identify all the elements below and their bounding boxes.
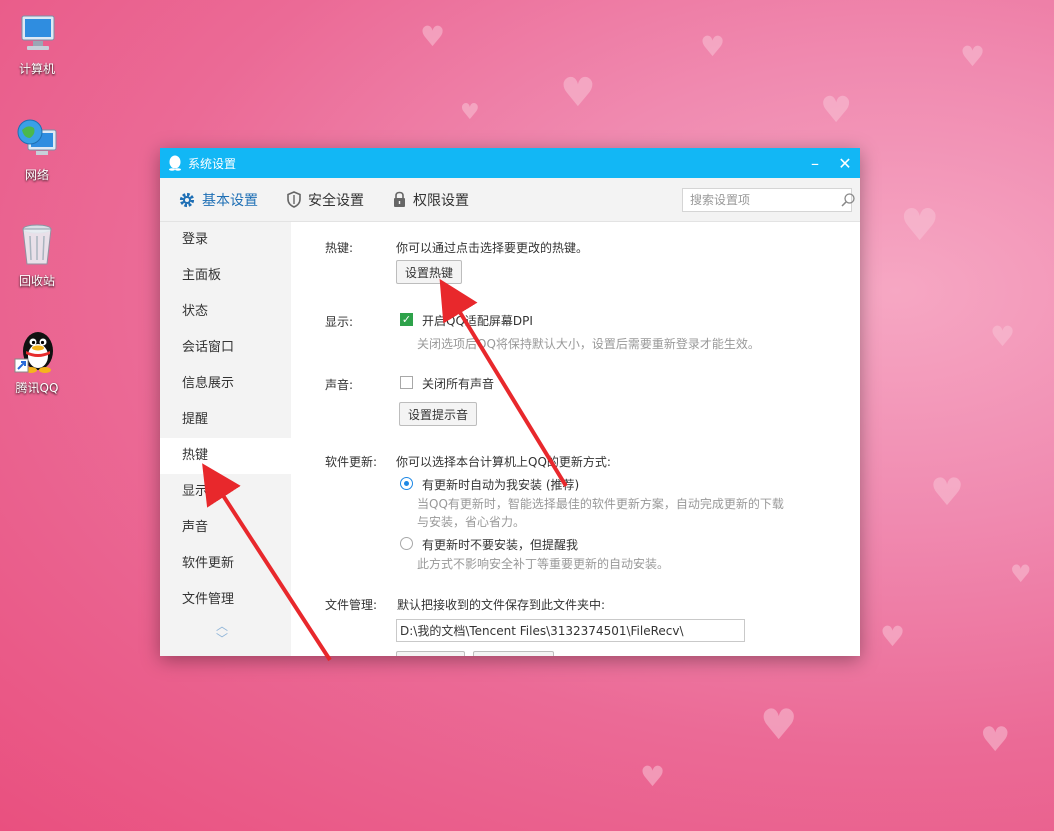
dpi-hint: 关闭选项后QQ将保持默认大小，设置后需要重新登录才能生效。 [417,337,760,351]
qq-penguin-icon [168,155,182,171]
display-label: 显示: [325,315,354,329]
sidebar-item-hotkey[interactable]: 热键 [160,438,291,474]
desktop-icon-network[interactable]: 网络 [8,116,66,183]
remind-only-hint: 此方式不影响安全补丁等重要更新的自动安装。 [417,557,670,571]
sidebar-item-reminder[interactable]: 提醒 [160,402,291,438]
tab-permission-settings[interactable]: 权限设置 [392,190,469,210]
hotkey-label: 热键: [325,241,354,255]
sidebar-item-sound[interactable]: 声音 [160,510,291,546]
set-hotkey-button[interactable]: 设置热键 [396,260,463,284]
search-icon[interactable] [840,192,856,208]
computer-icon [14,10,60,56]
file-path-input[interactable] [396,619,745,642]
remind-only-radio[interactable] [400,537,413,550]
sidebar-item-file-management[interactable]: 文件管理 [160,582,291,618]
sidebar-item-software-update[interactable]: 软件更新 [160,546,291,582]
mute-all-checkbox[interactable] [400,376,413,389]
open-folder-button[interactable] [473,651,554,656]
tab-basic-settings[interactable]: 基本设置 [178,190,258,210]
qq-penguin-icon [14,329,60,375]
set-notification-sound-button[interactable]: 设置提示音 [399,402,478,426]
browse-button[interactable] [396,651,465,656]
sidebar-item-display[interactable]: 显示 [160,474,291,510]
tab-bar: 基本设置 安全设置 权限设置 [160,178,860,222]
desktop-icon-computer[interactable]: 计算机 [8,10,66,77]
settings-window: 系统设置 – ✕ 基本设置 安全设置 权限设置 搜索设置项 登录 主面板 状态 … [160,148,860,656]
auto-install-radio[interactable] [400,477,413,490]
sidebar-item-login[interactable]: 登录 [160,222,291,258]
update-label: 软件更新: [325,455,378,469]
desktop-icon-recycle-bin[interactable]: 回收站 [8,222,66,289]
sound-label: 声音: [325,378,354,392]
window-title: 系统设置 [188,156,237,171]
settings-content: 热键: 你可以通过点击选择要更改的热键。 设置热键 显示: ✓ 开启QQ适配屏幕… [291,222,860,656]
sidebar-item-status[interactable]: 状态 [160,294,291,330]
tab-label: 基本设置 [202,192,258,209]
desktop-icon-qq[interactable]: 腾讯QQ [8,329,66,396]
gear-icon [178,191,196,209]
network-icon [14,116,60,162]
shield-icon [286,191,302,208]
tab-label: 安全设置 [308,192,364,209]
close-button[interactable]: ✕ [830,148,860,178]
search-box[interactable] [682,187,855,212]
desktop-icon-label: 网络 [24,168,49,182]
desktop-icon-label: 计算机 [18,62,55,76]
sidebar-item-main-panel[interactable]: 主面板 [160,258,291,294]
dpi-checkbox-label: 开启QQ适配屏幕DPI [422,314,533,328]
file-management-label: 文件管理: [325,598,378,612]
search-input[interactable] [690,192,840,207]
scroll-down-icon[interactable]: ﹀ [216,633,228,646]
auto-install-label: 有更新时自动为我安装 (推荐) [422,478,580,492]
tab-label: 权限设置 [413,192,469,209]
sidebar-item-info-display[interactable]: 信息展示 [160,366,291,402]
update-description: 你可以选择本台计算机上QQ的更新方式: [396,455,611,469]
file-save-description: 默认把接收到的文件保存到此文件夹中: [397,598,606,612]
hotkey-description: 你可以通过点击选择要更改的热键。 [396,241,589,255]
minimize-button[interactable]: – [800,148,830,178]
dpi-checkbox[interactable]: ✓ [400,313,413,326]
sidebar-item-chat-window[interactable]: 会话窗口 [160,330,291,366]
mute-all-label: 关闭所有声音 [422,377,495,391]
remind-only-label: 有更新时不要安装，但提醒我 [422,538,579,552]
lock-icon [392,191,407,208]
sidebar: 登录 主面板 状态 会话窗口 信息展示 提醒 热键 显示 声音 软件更新 文件管… [160,222,291,656]
tab-security-settings[interactable]: 安全设置 [286,190,364,210]
desktop-icon-label: 回收站 [18,274,55,288]
desktop-icon-label: 腾讯QQ [15,381,59,395]
recycle-bin-icon [14,222,60,268]
auto-install-hint: 当QQ有更新时，智能选择最佳的软件更新方案，自动完成更新的下载 [417,497,784,511]
auto-install-hint-2: 与安装，省心省力。 [417,515,526,529]
title-bar[interactable]: 系统设置 – ✕ [160,148,860,178]
